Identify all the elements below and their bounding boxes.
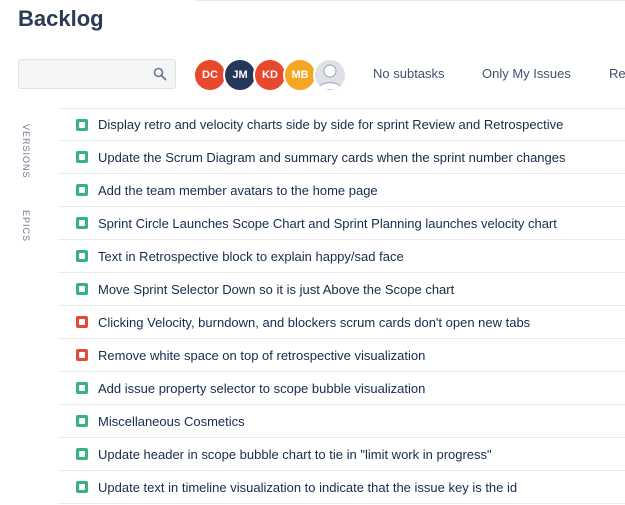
filter-no-subtasks[interactable]: No subtasks [373,66,445,81]
filter-only-my-issues[interactable]: Only My Issues [482,66,571,81]
avatar[interactable]: DC [193,58,227,92]
avatar-initials: DC [202,69,218,81]
bug-icon [76,316,88,328]
avatar-initials: MB [291,69,309,81]
avatar[interactable]: KD [253,58,287,92]
issue-row[interactable]: Move Sprint Selector Down so it is just … [58,273,625,306]
user-icon [317,64,343,90]
issue-summary[interactable]: Sprint Circle Launches Scope Chart and S… [98,216,557,231]
issue-summary[interactable]: Update header in scope bubble chart to t… [98,447,492,462]
page-title: Backlog [18,6,104,31]
story-icon [76,184,88,196]
avatar-initials: JM [232,69,248,81]
issue-row[interactable]: Add issue property selector to scope bub… [58,372,625,405]
issue-list: Display retro and velocity charts side b… [58,108,625,504]
issue-summary[interactable]: Update text in timeline visualization to… [98,480,517,495]
search-box[interactable] [18,59,176,89]
filter-recently-updated[interactable]: Re [609,66,625,81]
issue-summary[interactable]: Add the team member avatars to the home … [98,183,378,198]
story-icon [76,118,88,131]
issue-row[interactable]: Display retro and velocity charts side b… [58,108,625,141]
unassigned-avatar[interactable] [313,58,347,92]
story-icon [76,283,88,295]
issue-row[interactable]: Miscellaneous Cosmetics [58,405,625,438]
story-icon [76,382,88,394]
issue-row[interactable]: Remove white space on top of retrospecti… [58,339,625,372]
search-input[interactable] [25,64,149,86]
issue-row[interactable]: Sprint Circle Launches Scope Chart and S… [58,207,625,240]
story-icon [76,250,88,262]
issue-row[interactable]: Add the team member avatars to the home … [58,174,625,207]
story-icon [76,415,88,427]
bug-icon [76,349,88,361]
issue-row[interactable]: Update the Scrum Diagram and summary car… [58,141,625,174]
avatar[interactable]: JM [223,58,257,92]
story-icon [76,481,88,493]
issue-summary[interactable]: Display retro and velocity charts side b… [98,117,563,132]
avatar-initials: KD [262,69,278,81]
tab-versions[interactable]: VERSIONS [21,124,31,179]
story-icon [76,151,88,163]
search-icon[interactable] [153,67,167,81]
issue-summary[interactable]: Clicking Velocity, burndown, and blocker… [98,315,530,330]
issue-row[interactable]: Update text in timeline visualization to… [58,471,625,504]
avatar[interactable]: MB [283,58,317,92]
issue-row[interactable]: Clicking Velocity, burndown, and blocker… [58,306,625,339]
issue-summary[interactable]: Move Sprint Selector Down so it is just … [98,282,454,297]
story-icon [76,217,88,229]
issue-row[interactable]: Update header in scope bubble chart to t… [58,438,625,471]
tab-epics[interactable]: EPICS [21,210,31,242]
issue-summary[interactable]: Add issue property selector to scope bub… [98,381,425,396]
issue-summary[interactable]: Text in Retrospective block to explain h… [98,249,404,264]
story-icon [76,448,88,460]
header-divider [195,0,625,1]
issue-summary[interactable]: Update the Scrum Diagram and summary car… [98,150,566,165]
issue-row[interactable]: Text in Retrospective block to explain h… [58,240,625,273]
issue-summary[interactable]: Miscellaneous Cosmetics [98,414,245,429]
issue-summary[interactable]: Remove white space on top of retrospecti… [98,348,425,363]
